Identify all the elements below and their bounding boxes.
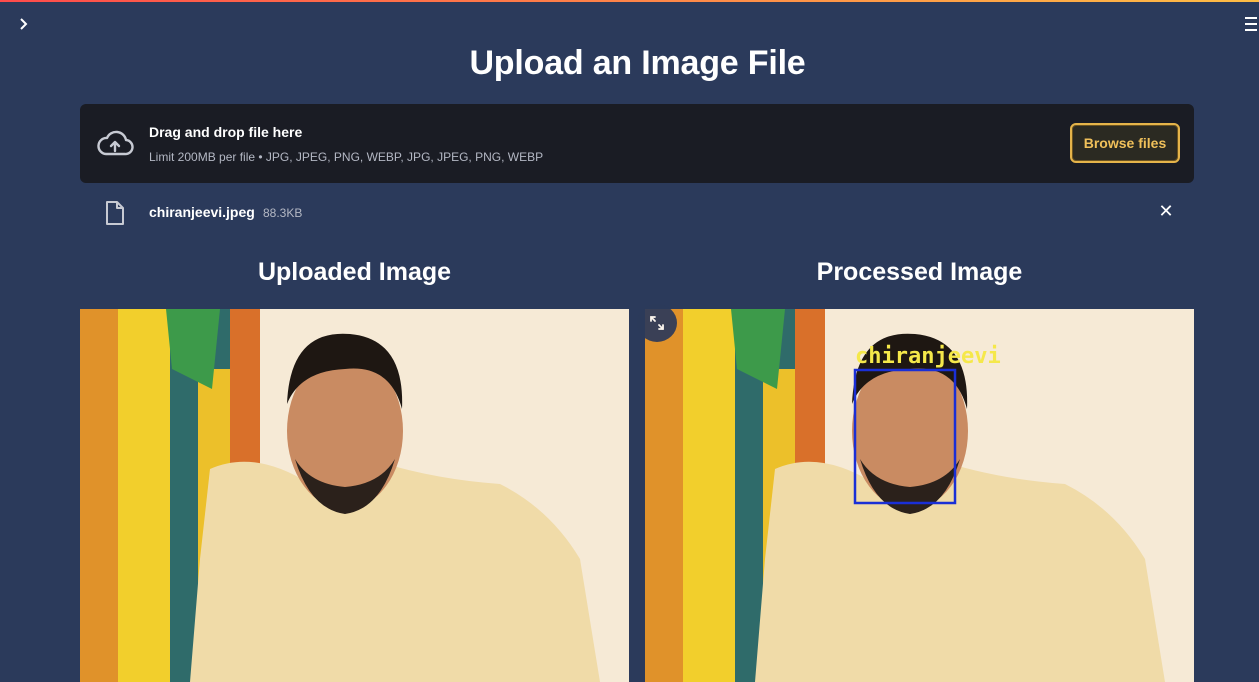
dropzone-instructions: Drag and drop file here <box>149 124 303 140</box>
dropzone-limit-text: Limit 200MB per file • JPG, JPEG, PNG, W… <box>149 150 544 164</box>
file-size: 88.3KB <box>263 206 303 220</box>
header-decoration <box>0 0 1259 2</box>
hamburger-menu-icon[interactable] <box>1245 14 1259 34</box>
file-dropzone[interactable]: Drag and drop file here Limit 200MB per … <box>80 104 1194 183</box>
expand-icon[interactable] <box>637 304 677 342</box>
chevron-right-icon[interactable] <box>14 12 34 36</box>
menu-line <box>1245 17 1257 19</box>
uploaded-image <box>80 309 629 682</box>
menu-line <box>1245 29 1257 31</box>
menu-line <box>1245 23 1257 25</box>
file-icon <box>104 200 126 226</box>
close-icon[interactable]: ✕ <box>1156 201 1176 223</box>
uploaded-file-row: chiranjeevi.jpeg 88.3KB ✕ <box>80 196 1194 228</box>
face-label: chiranjeevi <box>855 344 1001 369</box>
processed-image: chiranjeevi <box>645 309 1194 682</box>
processed-image-title: Processed Image <box>816 258 1023 286</box>
file-name: chiranjeevi.jpeg <box>149 204 255 220</box>
browse-files-button[interactable]: Browse files <box>1070 123 1180 163</box>
uploaded-image-title: Uploaded Image <box>257 258 452 286</box>
cloud-upload-icon <box>96 128 134 158</box>
page-title: Upload an Image File <box>469 44 806 82</box>
